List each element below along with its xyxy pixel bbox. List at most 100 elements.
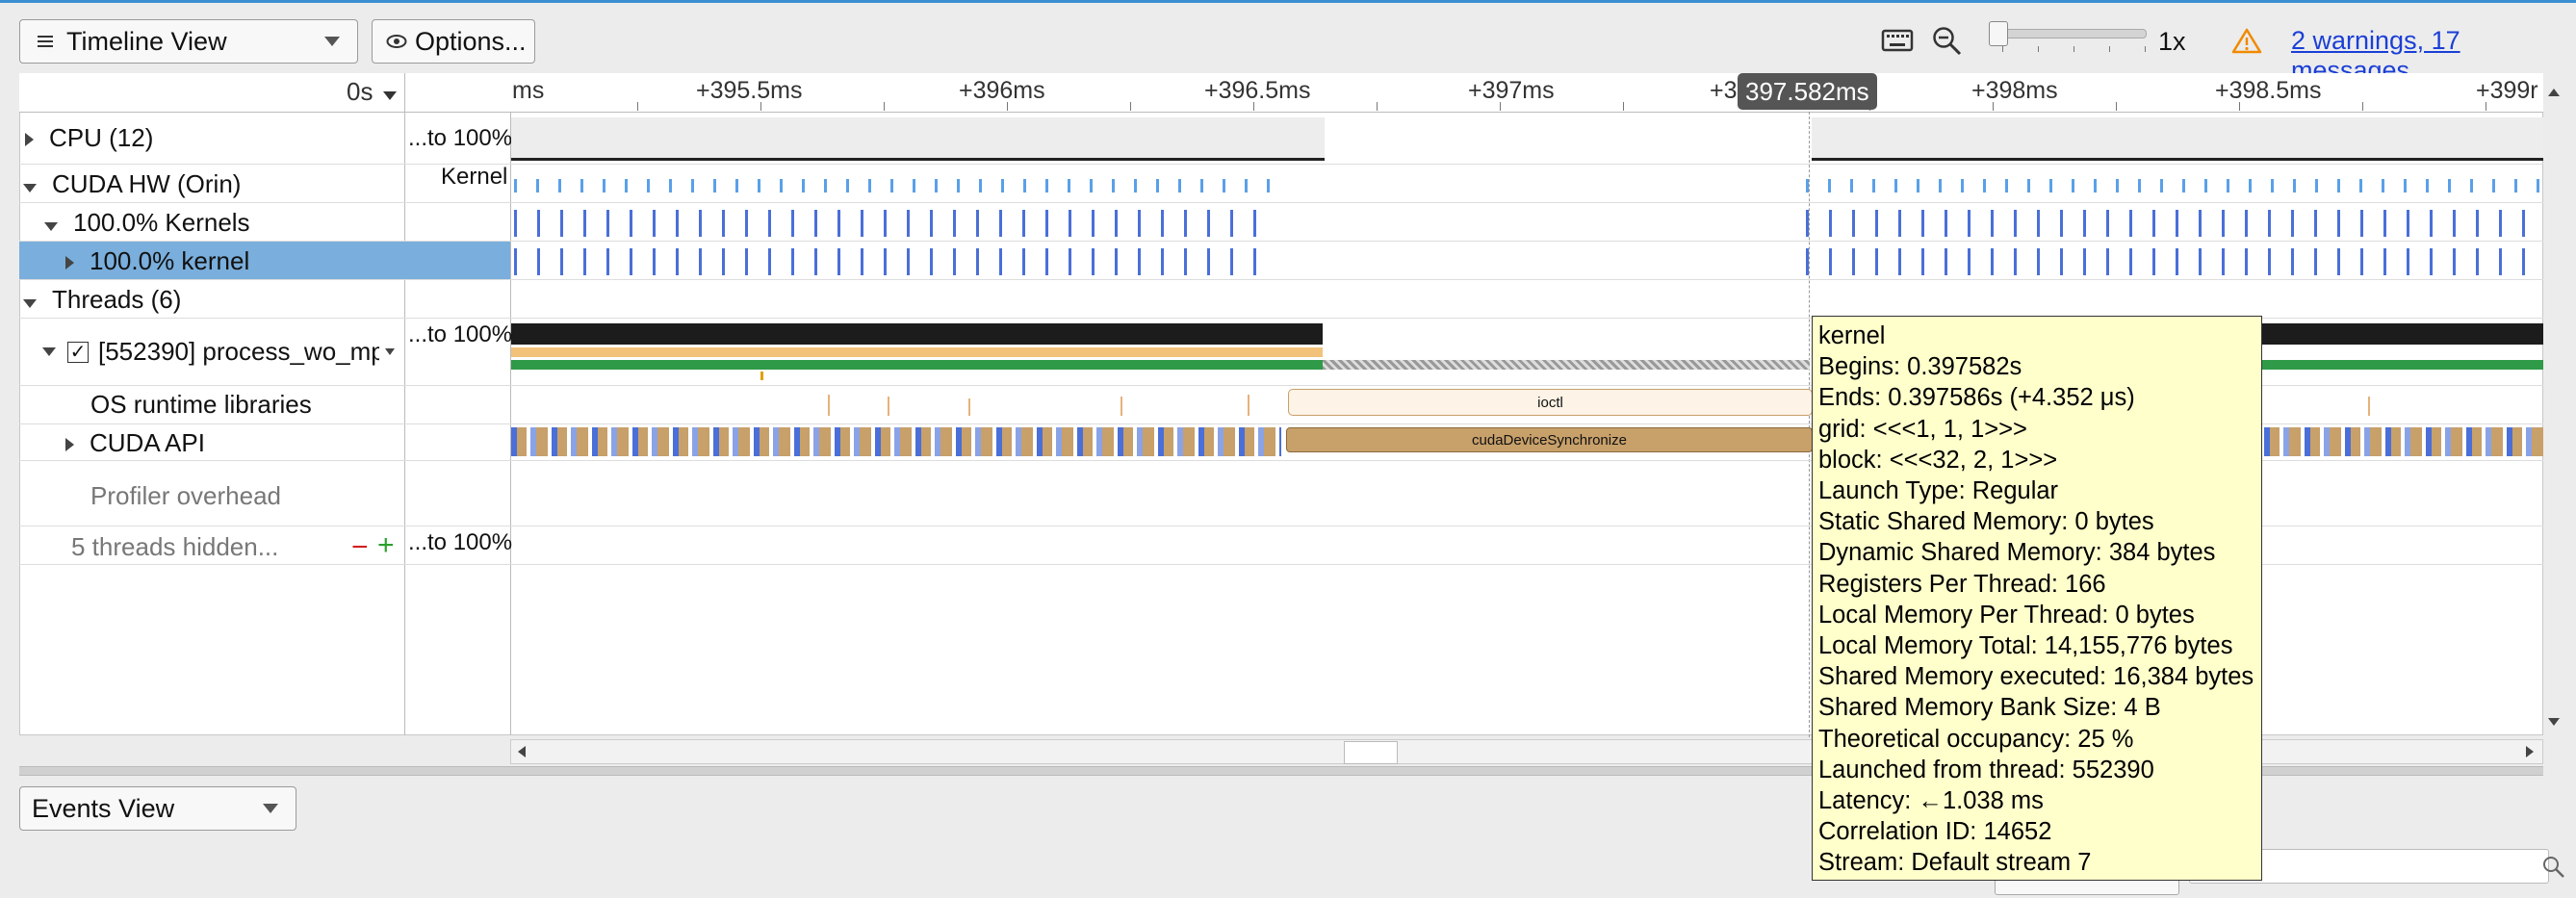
ruler-tick: +398.5ms [2215,77,2322,104]
thread-running-bar [2262,360,2543,370]
window-top-border [0,0,2576,3]
cuda-hw-kernel-marks[interactable] [514,179,1271,192]
collapse-arrow-icon[interactable] [23,299,37,308]
cuda-api-calls[interactable] [511,427,1281,456]
expand-arrow-icon[interactable] [65,256,74,269]
tooltip-line: grid: <<<1, 1, 1>>> [1818,415,2027,443]
ruler-tick: ms [512,77,545,104]
row-cuda-api[interactable]: CUDA API [65,428,205,458]
ruler-tick: +3 [1710,77,1738,104]
row-cpu[interactable]: CPU (12) [25,123,153,153]
thread-marker [760,372,763,380]
ioctl-event[interactable]: ioctl [1288,389,1813,416]
scroll-up-icon[interactable] [2547,87,2561,98]
tooltip-line: Launched from thread: 552390 [1818,756,2154,783]
cpu-scale: ...to 100% [408,125,513,151]
cuda-api-calls[interactable] [2264,427,2543,456]
row-cuda-hw[interactable]: CUDA HW (Orin) [23,169,241,199]
tooltip-line: block: <<<32, 2, 1>>> [1818,446,2058,474]
kernel-marks[interactable] [514,248,1271,275]
kernels-marks[interactable] [514,210,1271,237]
ruler-tick: +396.5ms [1204,77,1311,104]
collapse-arrow-icon[interactable] [44,222,58,231]
collapse-arrow-icon[interactable] [23,184,37,192]
ruler-tick: +399r [2476,77,2538,104]
tooltip-title: kernel [1818,322,1886,349]
start-offset-label[interactable]: 0s [347,77,373,107]
row-threads[interactable]: Threads (6) [23,285,181,315]
row-label: 100.0% kernel [90,246,250,275]
view-selector-label: Timeline View [66,26,227,56]
expand-arrow-icon[interactable] [65,438,74,451]
thread-blocked-bar [1323,360,1810,370]
scroll-down-icon[interactable] [2547,716,2561,728]
cursor-time-label: 397.582ms [1738,73,1877,110]
tooltip-line: Latency: ←1.038 ms [1818,787,2044,815]
row-kernel[interactable]: 100.0% kernel [65,246,249,276]
event-label: cudaDeviceSynchronize [1472,431,1627,449]
horizontal-scrollbar-thumb[interactable] [1344,741,1398,764]
hidden-threads-scale: ...to 100% [408,529,513,555]
collapse-arrow-icon[interactable] [42,347,56,356]
tooltip-line: Local Memory Total: 14,155,776 bytes [1818,632,2233,660]
row-label: CPU (12) [49,123,154,152]
tooltip-line: Dynamic Shared Memory: 384 bytes [1818,539,2216,567]
ruler-tick: +395.5ms [696,77,803,104]
eye-icon [386,35,407,48]
scale-header [404,73,511,113]
chevron-down-icon[interactable] [385,348,395,355]
remove-thread-icon[interactable]: − [351,531,369,564]
cpu-usage-line [511,158,1325,161]
scroll-left-icon[interactable] [516,745,528,758]
row-process[interactable]: ✓ [552390] process_wo_mp [42,337,395,367]
search-icon[interactable] [2541,855,2566,880]
tooltip-line: Registers Per Thread: 166 [1818,570,2106,598]
cuda-hw-scale: Kernel [441,164,508,190]
tooltip-line: Stream: Default stream 7 [1818,849,2092,877]
ruler-tick: +396ms [959,77,1045,104]
row-kernels[interactable]: 100.0% Kernels [44,208,250,238]
cuda-device-synchronize-event[interactable]: cudaDeviceSynchronize [1286,427,1813,452]
options-label: Options... [415,26,527,56]
expand-arrow-icon[interactable] [25,133,34,146]
thread-running-bar [511,360,1323,370]
tooltip-line: Correlation ID: 14652 [1818,818,2052,846]
zoom-slider-ticks [2002,46,2147,54]
events-view-label: Events View [32,793,175,823]
zoom-out-icon[interactable] [1931,25,1964,58]
scroll-right-icon[interactable] [2524,745,2536,758]
view-selector-dropdown[interactable]: Timeline View [19,19,358,64]
chevron-down-icon [324,37,340,46]
tooltip-line: Shared Memory executed: 16,384 bytes [1818,663,2254,691]
thread-activity-bar[interactable] [2262,323,2543,345]
process-scale: ...to 100% [408,321,513,347]
row-os-runtime[interactable]: OS runtime libraries [90,390,312,420]
zoom-slider-track[interactable] [1989,29,2147,38]
warning-icon [2231,28,2262,54]
chevron-down-icon[interactable] [383,91,397,100]
row-label: CUDA HW (Orin) [52,169,242,198]
cursor-line [1809,112,1810,737]
menu-lines-icon [38,36,53,47]
cuda-hw-kernel-marks[interactable] [1806,179,2543,192]
time-ruler[interactable]: ms +395.5ms +396ms +396.5ms +397ms +3 +3… [510,73,2543,113]
tooltip-line: Theoretical occupancy: 25 % [1818,725,2134,753]
kernel-tooltip: kernel Begins: 0.397582s Ends: 0.397586s… [1812,316,2262,881]
tooltip-line: Ends: 0.397586s (+4.352 μs) [1818,384,2135,412]
cpu-usage-area[interactable] [1812,117,2543,160]
add-thread-icon[interactable]: + [377,529,395,562]
tooltip-line: Shared Memory Bank Size: 4 B [1818,694,2161,722]
zoom-slider-handle[interactable] [1989,21,2008,46]
row-label: [552390] process_wo_mp [98,337,379,366]
row-label: CUDA API [90,428,205,457]
events-view-dropdown[interactable]: Events View [19,786,296,831]
kernels-marks[interactable] [1806,210,2543,237]
cpu-usage-area[interactable] [511,117,1325,160]
thread-activity-bar[interactable] [511,323,1323,345]
tooltip-line: Launch Type: Regular [1818,477,2059,505]
keyboard-icon[interactable] [1881,28,1914,53]
options-button[interactable]: Options... [372,19,535,64]
thread-checkbox[interactable]: ✓ [67,341,89,363]
kernel-marks[interactable] [1806,248,2543,275]
event-label: ioctl [1537,394,1563,411]
